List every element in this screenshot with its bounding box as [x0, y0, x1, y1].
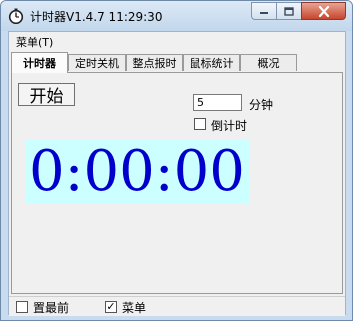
pin-on-top-label: 置最前 [33, 301, 70, 315]
tab-overview[interactable]: 概况 [240, 54, 297, 71]
maximize-button[interactable] [276, 2, 302, 20]
client-area: 菜单(T) 计时器 定时关机 整点报时 鼠标统计 概况 开始 分钟 倒计时 0:… [8, 31, 346, 316]
minimize-button[interactable] [251, 2, 277, 20]
stopwatch-icon [8, 8, 24, 24]
title-bar[interactable]: 计时器V1.4.7 11:29:30 [1, 1, 352, 31]
pin-on-top-checkbox[interactable] [16, 301, 28, 313]
timer-display: 0:00:00 [25, 140, 249, 203]
tab-scheduled-shutdown[interactable]: 定时关机 [68, 54, 126, 71]
minutes-unit-label: 分钟 [249, 98, 274, 112]
countdown-label: 倒计时 [211, 119, 248, 133]
close-button[interactable] [301, 2, 346, 20]
menu-item-menu[interactable]: 菜单(T) [16, 34, 53, 50]
countdown-checkbox[interactable] [194, 118, 206, 130]
menu-bar: 菜单(T) [9, 32, 345, 51]
minimize-icon [260, 12, 268, 14]
show-menu-label: 菜单 [122, 301, 147, 315]
tab-mouse-stats[interactable]: 鼠标统计 [183, 54, 240, 71]
window-title: 计时器V1.4.7 11:29:30 [30, 10, 163, 24]
check-mark-icon: ✓ [106, 300, 116, 313]
maximize-icon [284, 6, 294, 16]
tab-timer[interactable]: 计时器 [11, 52, 68, 73]
show-menu-checkbox[interactable]: ✓ [105, 301, 117, 313]
status-bar: 置最前 ✓ 菜单 [9, 296, 345, 316]
minutes-input[interactable] [193, 94, 242, 111]
tab-hourly-chime[interactable]: 整点报时 [126, 54, 183, 71]
app-window: 计时器V1.4.7 11:29:30 菜单(T) 计时器 定时关机 整点报时 鼠… [0, 0, 353, 321]
close-icon [318, 5, 329, 17]
start-button[interactable]: 开始 [18, 83, 75, 107]
